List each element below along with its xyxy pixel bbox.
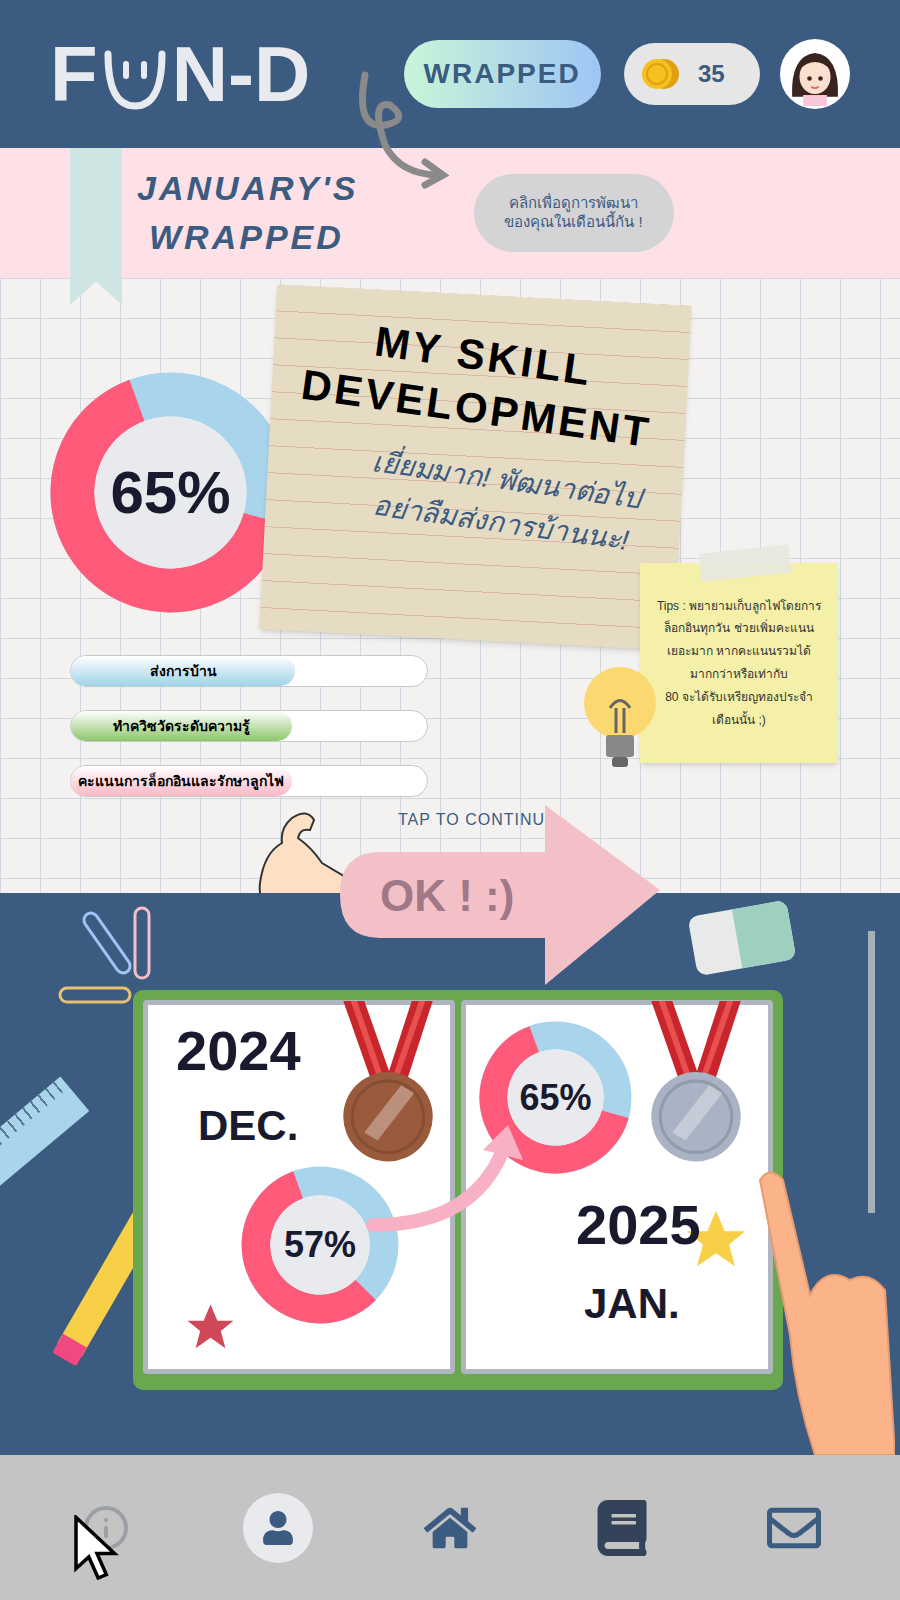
progress-donut: 57% [240, 1165, 400, 1325]
page-year: 2025 [576, 1197, 768, 1253]
bottom-nav [0, 1455, 900, 1600]
ok-button-label: OK ! :) [380, 863, 514, 929]
page-month: JAN. [584, 1283, 768, 1325]
star-icon [183, 1300, 238, 1355]
coin-count: 35 [698, 56, 725, 92]
tape [699, 544, 791, 581]
curved-arrow-icon [363, 1120, 533, 1240]
banner-title: JANUARY'SWRAPPED [137, 164, 359, 263]
wrapped-button[interactable]: WRAPPED [404, 40, 601, 108]
coin-icon [640, 54, 680, 94]
divider-line [868, 931, 875, 1213]
skill-bar-fill: คะแนนการล็อกอินและรักษาลูกไฟ [71, 766, 292, 796]
logo[interactable]: FN-D [50, 34, 310, 114]
nav-item[interactable] [243, 1493, 313, 1563]
profile-icon [261, 1511, 295, 1545]
page-month: DEC. [198, 1105, 298, 1147]
home-icon [424, 1502, 476, 1554]
nav-item[interactable] [759, 1493, 829, 1563]
donut-percent: 65% [519, 1071, 591, 1125]
medal-icon [646, 1000, 746, 1165]
skill-bar-label: ทำควิซวัดระดับความรู้ [113, 716, 250, 737]
coin-counter[interactable]: 35 [624, 43, 760, 105]
cursor-icon [72, 1515, 122, 1585]
donut-percent: 65% [110, 448, 230, 538]
ok-button[interactable]: OK ! :) [340, 805, 660, 985]
donut-percent: 57% [284, 1218, 356, 1272]
skill-bar-label: คะแนนการล็อกอินและรักษาลูกไฟ [78, 771, 284, 792]
app: FN-D WRAPPED 35 JANUARY'SWRAPPED คลิกเพื่อดู… [0, 0, 900, 1600]
top-bar: FN-D WRAPPED 35 [0, 0, 900, 148]
note-card: MY SKILLDEVELOPMENTเยี่ยมมาก! พัฒนาต่อไป… [259, 284, 691, 650]
avatar[interactable] [780, 39, 850, 109]
skill-bar-label: ส่งการบ้าน [150, 661, 217, 682]
curly-arrow-icon [355, 70, 455, 190]
note-title: MY SKILLDEVELOPMENT [287, 305, 673, 461]
skill-bar: คะแนนการล็อกอินและรักษาลูกไฟ [70, 765, 428, 797]
skill-bar-fill: ทำควิซวัดระดับความรู้ [71, 711, 292, 741]
progress-donut: 65% [48, 370, 293, 615]
pointing-hand-icon [755, 1165, 895, 1455]
skill-bar-fill: ส่งการบ้าน [71, 656, 295, 686]
skill-bar: ทำควิซวัดระดับความรู้ [70, 710, 428, 742]
nav-item[interactable] [415, 1493, 485, 1563]
medal-icon [338, 1000, 438, 1165]
tip-note: Tips : พยายามเก็บลูกไฟโดยการล็อกอินทุกวั… [640, 563, 838, 763]
nav-item[interactable] [587, 1493, 657, 1563]
eraser [688, 900, 797, 976]
lightbulb-icon [580, 663, 660, 778]
page-year: 2024 [176, 1023, 301, 1079]
month-banner: JANUARY'SWRAPPED คลิกเพื่อดูการพัฒนาของคุ… [0, 148, 900, 278]
mail-icon [767, 1501, 821, 1555]
wrapped-content: JANUARY'SWRAPPED คลิกเพื่อดูการพัฒนาของคุ… [0, 148, 900, 1455]
ruler [0, 1076, 89, 1194]
note-message: เยี่ยมมาก! พัฒนาต่อไปอย่าลืมส่งการบ้านนะ… [342, 437, 666, 567]
book-page: 2024 DEC. 57% [143, 1000, 455, 1374]
book-icon [594, 1500, 650, 1556]
skill-bar: ส่งการบ้าน [70, 655, 428, 687]
book-page: 65% 2025 JAN. [461, 1000, 773, 1374]
hint-cloud: คลิกเพื่อดูการพัฒนาของคุณในเดือนนี้กัน ! [474, 174, 674, 252]
comparison-book: 2024 DEC. 57% 65% 2025 JAN. [133, 990, 783, 1390]
avatar-icon [783, 42, 847, 106]
skill-section: 65% MY SKILLDEVELOPMENTเยี่ยมมาก! พัฒนาต่… [0, 278, 900, 893]
smiley-icon [100, 34, 170, 114]
